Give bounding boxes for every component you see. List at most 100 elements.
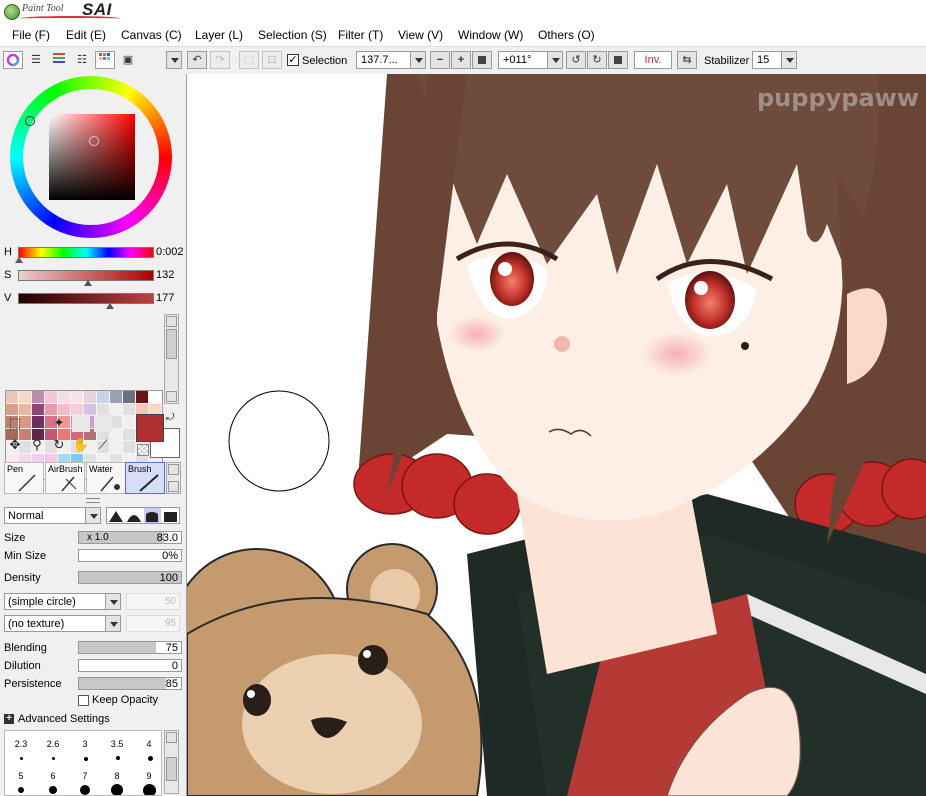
blend-mode-dropdown[interactable] (85, 507, 101, 524)
brush-tab-scroll-down[interactable] (168, 481, 179, 492)
move-icon[interactable]: ✥ (6, 436, 24, 454)
size-preset-label[interactable]: 3.5 (102, 739, 132, 749)
redo-icon[interactable]: ↷ (210, 51, 230, 69)
blending-slider[interactable]: 75 (78, 641, 182, 654)
size-preset-scroll-thumb[interactable] (166, 757, 177, 781)
size-preset-dot[interactable] (80, 785, 90, 795)
eyedropper-icon[interactable]: ⟋ (94, 436, 112, 454)
menu-canvas[interactable]: Canvas (C) (121, 28, 182, 42)
deselect-icon[interactable]: ⬚ (239, 51, 259, 69)
size-preset-scrollbar[interactable] (164, 730, 179, 794)
swatch-scroll-thumb[interactable] (166, 329, 177, 359)
primary-color-box[interactable] (136, 414, 164, 442)
color-swatch[interactable] (149, 391, 162, 404)
brush-tab-scrollbar[interactable] (166, 462, 181, 494)
color-swatch[interactable] (136, 391, 149, 404)
menu-selection[interactable]: Selection (S) (258, 28, 327, 42)
menu-window[interactable]: Window (W) (458, 28, 523, 42)
zoom-reset-button[interactable] (472, 51, 492, 69)
advanced-settings-label[interactable]: Advanced Settings (18, 713, 110, 725)
panel-options-dropdown[interactable] (166, 51, 182, 69)
brush-texture-select[interactable]: (no texture) (4, 615, 106, 632)
menu-layer[interactable]: Layer (L) (195, 28, 243, 42)
brush-texture-dropdown[interactable] (105, 615, 121, 632)
zoom-dropdown[interactable] (410, 51, 426, 69)
size-preset-dot[interactable] (52, 757, 55, 760)
density-slider[interactable]: 100 (78, 571, 182, 584)
brush-edge-selector[interactable] (106, 507, 180, 524)
stabilizer-dropdown[interactable] (781, 51, 797, 69)
size-preset-label[interactable]: 9 (134, 771, 161, 781)
color-swatch[interactable] (123, 391, 136, 404)
size-preset-dot[interactable] (20, 757, 23, 760)
rotate-right-icon[interactable]: ↻ (587, 51, 607, 69)
mixer-mode-icon[interactable]: ☷ (72, 51, 92, 69)
size-preset-scroll-up[interactable] (166, 732, 177, 743)
brush-shape-strength[interactable]: 50 (126, 593, 180, 610)
persistence-slider[interactable]: 85 (78, 677, 182, 690)
hue-slider[interactable]: H 0:002 (4, 246, 184, 263)
color-swatch[interactable] (84, 391, 97, 404)
rotation-field[interactable]: +011° (498, 51, 548, 69)
swatch-scrollbar[interactable] (164, 314, 179, 404)
color-swatch[interactable] (97, 391, 110, 404)
size-preset-label[interactable]: 8 (102, 771, 132, 781)
blend-mode-select[interactable]: Normal (4, 507, 88, 524)
menu-filter[interactable]: Filter (T) (338, 28, 383, 42)
size-multiplier[interactable]: x 1.0 (87, 532, 109, 543)
hand-icon[interactable]: ✋ (72, 436, 90, 454)
zoom-icon[interactable]: ⚲ (28, 436, 46, 454)
saturation-slider-handle[interactable] (83, 280, 92, 286)
hsv-slider-mode-icon[interactable] (49, 51, 69, 69)
flip-view-icon[interactable]: ⇆ (677, 51, 697, 69)
size-preset-label[interactable]: 2.6 (38, 739, 68, 749)
color-swatch[interactable] (19, 391, 32, 404)
size-preset-label[interactable]: 4 (134, 739, 161, 749)
keep-opacity-checkbox[interactable] (78, 695, 89, 706)
hue-slider-handle[interactable] (15, 257, 24, 263)
hue-bar[interactable] (18, 247, 154, 258)
size-preset-label[interactable]: 7 (70, 771, 100, 781)
brush-shape-dropdown[interactable] (105, 593, 121, 610)
size-preset-dot[interactable] (111, 784, 123, 795)
drawing-canvas[interactable]: puppypaww (187, 74, 926, 796)
color-swatch[interactable] (58, 391, 71, 404)
invert-view-button[interactable]: Inv. (634, 51, 672, 69)
value-bar[interactable] (18, 293, 154, 304)
size-slider[interactable]: x 1.0 83.0 (78, 531, 182, 544)
size-preset-dot[interactable] (84, 757, 88, 761)
invert-selection-icon[interactable]: ⊡ (262, 51, 282, 69)
size-preset-dot[interactable] (18, 787, 24, 793)
selection-checkbox[interactable]: ✓ (287, 54, 299, 66)
color-wheel-mode-icon[interactable] (3, 51, 23, 69)
brush-shape-select[interactable]: (simple circle) (4, 593, 106, 610)
swatch-scroll-down[interactable] (166, 391, 177, 402)
panel-resize-grip[interactable] (86, 498, 100, 503)
min-size-slider[interactable]: 0% (78, 549, 182, 562)
menu-view[interactable]: View (V) (398, 28, 443, 42)
size-preset-dot[interactable] (143, 784, 156, 795)
size-preset-label[interactable]: 6 (38, 771, 68, 781)
swatch-mode-icon[interactable] (95, 51, 115, 69)
size-preset-dot[interactable] (116, 756, 120, 760)
color-swatch[interactable] (110, 391, 123, 404)
brush-tab-brush[interactable]: Brush (125, 462, 165, 494)
expand-advanced-icon[interactable]: + (4, 714, 14, 724)
rotation-reset-button[interactable] (608, 51, 628, 69)
rotate-left-icon[interactable]: ↺ (566, 51, 586, 69)
size-preset-label[interactable]: 2.3 (6, 739, 36, 749)
zoom-field[interactable]: 137.7... (356, 51, 411, 69)
color-swatch[interactable] (45, 391, 58, 404)
dilution-slider[interactable]: 0 (78, 659, 182, 672)
magic-wand-icon[interactable]: ✦ (50, 414, 68, 432)
stabilizer-field[interactable]: 15 (752, 51, 782, 69)
brush-tab-water[interactable]: Water (86, 462, 126, 494)
swatch-scroll-up[interactable] (166, 316, 177, 327)
zoom-out-button[interactable]: − (430, 51, 450, 69)
brush-tab-pen[interactable]: Pen (4, 462, 44, 494)
value-slider[interactable]: V 177 (4, 292, 184, 309)
color-swatch[interactable] (6, 391, 19, 404)
scratchpad-mode-icon[interactable]: ▣ (118, 51, 138, 69)
menu-others[interactable]: Others (O) (538, 28, 595, 42)
value-slider-handle[interactable] (106, 303, 115, 309)
